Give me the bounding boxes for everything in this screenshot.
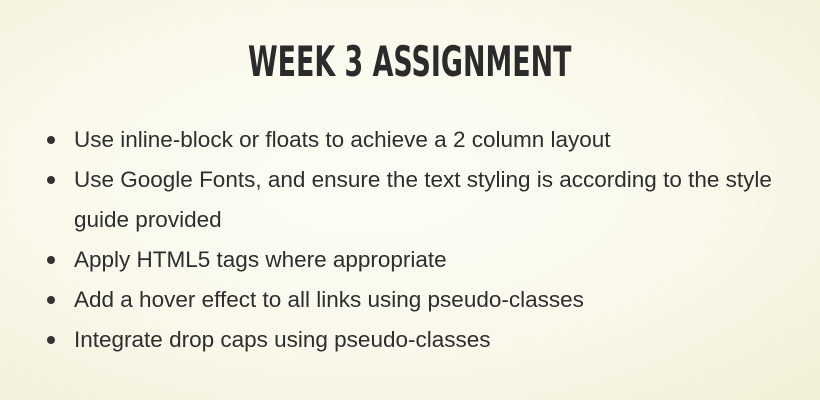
slide-title-text: WEEK 3 ASSIGNMENT — [248, 37, 572, 86]
bullet-list: Use inline-block or floats to achieve a … — [44, 120, 804, 360]
bullet-item: Use inline-block or floats to achieve a … — [44, 120, 804, 160]
bullet-text: Use Google Fonts, and ensure the text st… — [74, 167, 772, 232]
bullet-dot-icon — [47, 296, 55, 304]
bullet-text: Integrate drop caps using pseudo-classes — [74, 327, 491, 352]
bullet-text: Add a hover effect to all links using ps… — [74, 287, 584, 312]
bullet-item: Apply HTML5 tags where appropriate — [44, 240, 804, 280]
bullet-item: Add a hover effect to all links using ps… — [44, 280, 804, 320]
bullet-dot-icon — [47, 336, 55, 344]
bullet-dot-icon — [47, 136, 55, 144]
bullet-text: Use inline-block or floats to achieve a … — [74, 127, 611, 152]
bullet-dot-icon — [47, 176, 55, 184]
bullet-item: Use Google Fonts, and ensure the text st… — [44, 160, 804, 240]
bullet-dot-icon — [47, 256, 55, 264]
bullet-item: Integrate drop caps using pseudo-classes — [44, 320, 804, 360]
slide: WEEK 3 ASSIGNMENT Use inline-block or fl… — [0, 0, 820, 400]
bullet-text: Apply HTML5 tags where appropriate — [74, 247, 447, 272]
slide-title: WEEK 3 ASSIGNMENT — [0, 34, 820, 90]
